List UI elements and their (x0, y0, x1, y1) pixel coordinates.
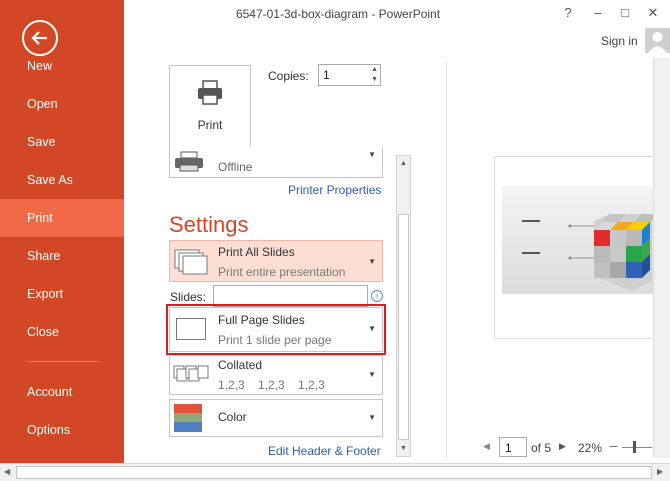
sidebar-item-open[interactable]: Open (0, 85, 124, 123)
printer-dropdown[interactable]: Offline ▼ (169, 147, 383, 178)
next-page-icon[interactable]: ▶ (559, 441, 566, 452)
horizontal-scrollbar[interactable]: ◀ ▶ (0, 463, 670, 481)
settings-scrollbar[interactable]: ▲ ▼ (396, 155, 411, 457)
panel-divider (446, 62, 447, 458)
zoom-slider[interactable] (622, 447, 652, 448)
sidebar-item-save-as[interactable]: Save As (0, 161, 124, 199)
backstage-sidebar: New Open Save Save As Print Share Export… (0, 0, 124, 463)
window-title: 6547-01-3d-box-diagram - PowerPoint (235, 7, 441, 21)
settings-heading: Settings (169, 212, 249, 237)
chevron-down-icon: ▼ (368, 257, 376, 266)
chevron-down-icon: ▼ (368, 413, 376, 422)
scrollbar-thumb[interactable] (16, 466, 652, 479)
sign-in-link[interactable]: Sign in (601, 34, 638, 48)
sidebar-item-save[interactable]: Save (0, 123, 124, 161)
sidebar-item-new[interactable]: New (0, 47, 124, 85)
scroll-left-icon[interactable]: ◀ (4, 467, 10, 476)
help-button[interactable]: ? (557, 2, 579, 24)
scroll-up-icon[interactable]: ▲ (397, 156, 410, 171)
spin-down-icon[interactable]: ▼ (371, 76, 378, 83)
sidebar-item-export[interactable]: Export (0, 275, 124, 313)
edit-header-footer-link[interactable]: Edit Header & Footer (268, 444, 381, 458)
print-range-description: Print entire presentation (218, 265, 346, 279)
avatar[interactable] (645, 28, 670, 53)
zoom-slider-handle[interactable] (633, 441, 636, 453)
highlight-box (166, 304, 386, 355)
sidebar-item-print[interactable]: Print (0, 199, 124, 237)
slides-label: Slides: (170, 290, 207, 304)
zoom-level[interactable]: 22% (578, 441, 602, 455)
copies-value: 1 (323, 68, 330, 82)
page-total: of 5 (531, 441, 552, 455)
zoom-out-icon[interactable]: – (610, 438, 617, 453)
printer-properties-link[interactable]: Printer Properties (288, 183, 381, 197)
sidebar-item-account[interactable]: Account (0, 373, 124, 411)
slide-thumbnail (502, 186, 670, 294)
3d-box-diagram-image (522, 214, 658, 291)
print-range-value: Print All Slides (218, 245, 295, 259)
info-icon[interactable]: i (371, 290, 383, 302)
printer-icon (198, 80, 222, 105)
copies-stepper[interactable]: 1 ▲ ▼ (318, 64, 381, 86)
copies-label: Copies: (268, 69, 309, 83)
scroll-right-icon[interactable]: ▶ (657, 467, 663, 476)
slides-stack-icon (174, 249, 208, 275)
spin-up-icon[interactable]: ▲ (371, 66, 378, 73)
previous-page-icon[interactable]: ◀ (483, 441, 490, 452)
print-button[interactable]: Print (169, 65, 251, 148)
scrollbar-thumb[interactable] (398, 214, 409, 440)
page-number: 1 (505, 441, 512, 455)
chevron-down-icon: ▼ (368, 150, 376, 159)
collation-dropdown[interactable]: Collated 1,2,3 1,2,3 1,2,3 ▼ (169, 355, 383, 395)
close-window-button[interactable]: ✕ (642, 2, 664, 24)
collated-icon (173, 365, 209, 382)
sidebar-item-options[interactable]: Options (0, 411, 124, 449)
minimize-button[interactable]: – (587, 2, 609, 24)
chevron-down-icon: ▼ (368, 370, 376, 379)
color-value: Color (218, 410, 247, 424)
color-dropdown[interactable]: Color ▼ (169, 399, 383, 437)
collation-description: 1,2,3 1,2,3 1,2,3 (218, 378, 325, 392)
preview-scrollbar[interactable] (653, 58, 670, 458)
page-number-input[interactable]: 1 (499, 437, 527, 457)
collation-value: Collated (218, 358, 263, 372)
sidebar-divider (27, 361, 99, 362)
maximize-button[interactable]: □ (614, 2, 636, 24)
print-range-dropdown[interactable]: Print All Slides Print entire presentati… (169, 240, 383, 282)
sidebar-item-close[interactable]: Close (0, 313, 124, 351)
scroll-down-icon[interactable]: ▼ (397, 441, 410, 456)
printer-status: Offline (218, 160, 253, 174)
color-swatch-icon (174, 404, 202, 432)
sidebar-item-share[interactable]: Share (0, 237, 124, 275)
print-button-label: Print (197, 118, 223, 132)
printer-icon (175, 151, 203, 172)
